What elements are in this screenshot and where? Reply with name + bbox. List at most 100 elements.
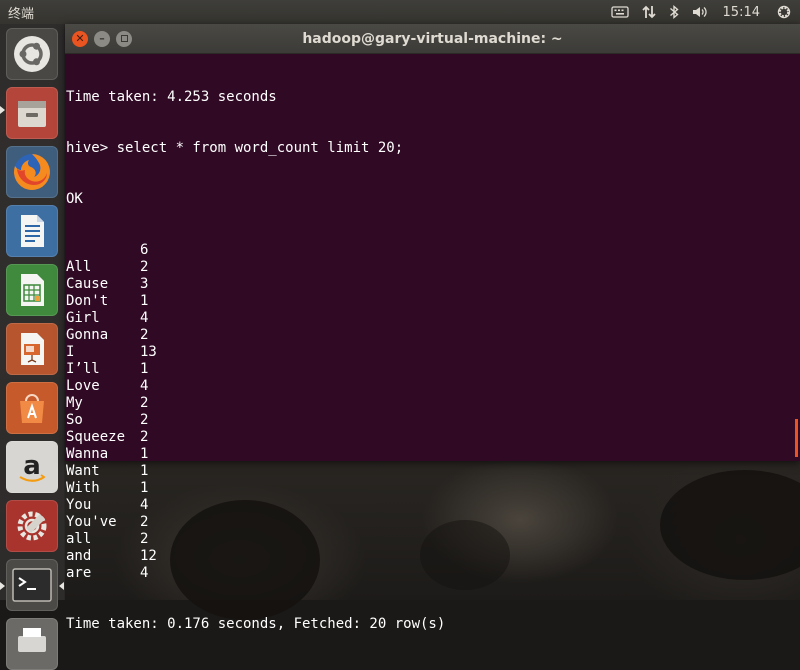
file-cabinet-icon — [18, 101, 46, 127]
table-row: You've 2 — [66, 514, 800, 531]
count-cell: 2 — [140, 412, 149, 428]
word-cell: With — [66, 480, 100, 496]
table-row: I 13 — [66, 344, 800, 361]
close-icon: ✕ — [75, 31, 85, 45]
amazon-icon: a — [19, 451, 46, 482]
table-row: Gonna 2 — [66, 327, 800, 344]
terminal-output[interactable]: Time taken: 4.253 seconds hive> select *… — [65, 54, 800, 667]
window-titlebar[interactable]: ✕ – hadoop@gary-virtual-machine: ~ — [65, 24, 800, 54]
table-row: are 4 — [66, 565, 800, 582]
launcher-printer[interactable] — [6, 618, 58, 670]
table-row: My 2 — [66, 395, 800, 412]
table-row: So 2 — [66, 412, 800, 429]
terminal-window[interactable]: ✕ – hadoop@gary-virtual-machine: ~ Time … — [65, 24, 800, 632]
table-row: Want 1 — [66, 463, 800, 480]
table-row: Don't 1 — [66, 293, 800, 310]
keyboard-icon[interactable] — [610, 5, 629, 19]
network-updown-icon[interactable] — [641, 4, 657, 20]
count-cell: 2 — [140, 531, 149, 547]
ok-line: OK — [66, 191, 83, 207]
table-row: You 4 — [66, 497, 800, 514]
word-cell — [66, 242, 140, 259]
word-cell: Love — [66, 378, 100, 394]
count-cell: 4 — [140, 378, 149, 394]
terminal-line: OK — [66, 191, 800, 208]
window-title: hadoop@gary-virtual-machine: ~ — [302, 30, 563, 47]
count-cell: 2 — [140, 429, 149, 445]
indicator-area: 15:14 — [605, 0, 800, 24]
count-cell: 12 — [140, 548, 157, 564]
firefox-icon — [13, 154, 50, 190]
word-cell: I — [66, 344, 75, 360]
count-cell: 2 — [140, 327, 149, 343]
active-indicator — [59, 582, 64, 590]
launcher-calc[interactable] — [6, 264, 58, 316]
fetched-summary-line: Time taken: 0.176 seconds, Fetched: 20 r… — [66, 616, 446, 632]
software-bag-icon — [20, 394, 44, 423]
table-row: all 2 — [66, 531, 800, 548]
word-cell: I’ll — [66, 361, 100, 377]
launcher-software[interactable] — [6, 382, 58, 434]
launcher: a — [0, 24, 65, 670]
window-maximize-button[interactable] — [116, 30, 132, 47]
count-cell: 2 — [140, 259, 149, 275]
count-cell: 13 — [140, 344, 157, 360]
launcher-system-settings[interactable] — [6, 500, 58, 552]
word-cell: Cause — [66, 276, 109, 292]
word-cell: all — [66, 531, 92, 547]
word-cell: Gonna — [66, 327, 109, 343]
count-cell: 1 — [140, 463, 149, 479]
svg-text:a: a — [23, 451, 41, 481]
word-cell: Squeeze — [66, 429, 126, 445]
hive-command-line: hive> select * from word_count limit 20; — [66, 140, 404, 156]
count-cell: 4 — [140, 310, 149, 326]
settings-gear-icon[interactable] — [776, 4, 792, 20]
launcher-writer[interactable] — [6, 205, 58, 257]
terminal-icon — [12, 568, 52, 602]
word-cell: Girl — [66, 310, 100, 326]
word-cell: So — [66, 412, 83, 428]
word-cell: You've — [66, 514, 117, 530]
printer-icon — [18, 628, 46, 652]
word-cell: Wanna — [66, 446, 109, 462]
time-taken-line: Time taken: 4.253 seconds — [66, 89, 277, 105]
launcher-dash[interactable] — [6, 28, 58, 80]
bluetooth-icon[interactable] — [669, 4, 679, 20]
word-cell: and — [66, 548, 92, 564]
table-row: Love 4 — [66, 378, 800, 395]
maximize-icon — [120, 35, 128, 42]
system-settings-icon — [17, 511, 47, 541]
terminal-line: Time taken: 4.253 seconds — [66, 89, 800, 106]
count-cell: 2 — [140, 514, 149, 530]
table-row: and 12 — [66, 548, 800, 565]
terminal-line: Time taken: 0.176 seconds, Fetched: 20 r… — [66, 616, 800, 633]
window-minimize-button[interactable]: – — [94, 30, 110, 47]
clock[interactable]: 15:14 — [723, 5, 760, 20]
volume-icon[interactable] — [691, 4, 709, 20]
word-cell: Don't — [66, 293, 109, 309]
table-row: I’ll 1 — [66, 361, 800, 378]
table-row: Wanna 1 — [66, 446, 800, 463]
window-close-button[interactable]: ✕ — [72, 30, 88, 47]
count-cell: 4 — [140, 565, 149, 581]
launcher-terminal[interactable] — [6, 559, 58, 611]
word-cell: All — [66, 259, 92, 275]
writer-document-icon — [21, 215, 44, 247]
scrollbar-indicator[interactable] — [795, 419, 798, 457]
word-cell: My — [66, 395, 83, 411]
terminal-line: hive> select * from word_count limit 20; — [66, 140, 800, 157]
count-cell: 3 — [140, 276, 149, 292]
launcher-firefox[interactable] — [6, 146, 58, 198]
active-app-title: 终端 — [8, 6, 35, 22]
calc-spreadsheet-icon — [21, 274, 44, 306]
launcher-amazon[interactable]: a — [6, 441, 58, 493]
top-panel: 终端 15:14 — [0, 0, 800, 24]
count-cell: 1 — [140, 480, 149, 496]
launcher-files[interactable] — [6, 87, 58, 139]
query-result-rows: 6 All 2 Cause 3 Don't 1 Girl 4 Gonna 2 I 13 I’ll 1 Love… — [66, 242, 800, 582]
word-cell: Want — [66, 463, 100, 479]
launcher-impress[interactable] — [6, 323, 58, 375]
table-row: With 1 — [66, 480, 800, 497]
count-cell: 4 — [140, 497, 149, 513]
table-row: Girl 4 — [66, 310, 800, 327]
